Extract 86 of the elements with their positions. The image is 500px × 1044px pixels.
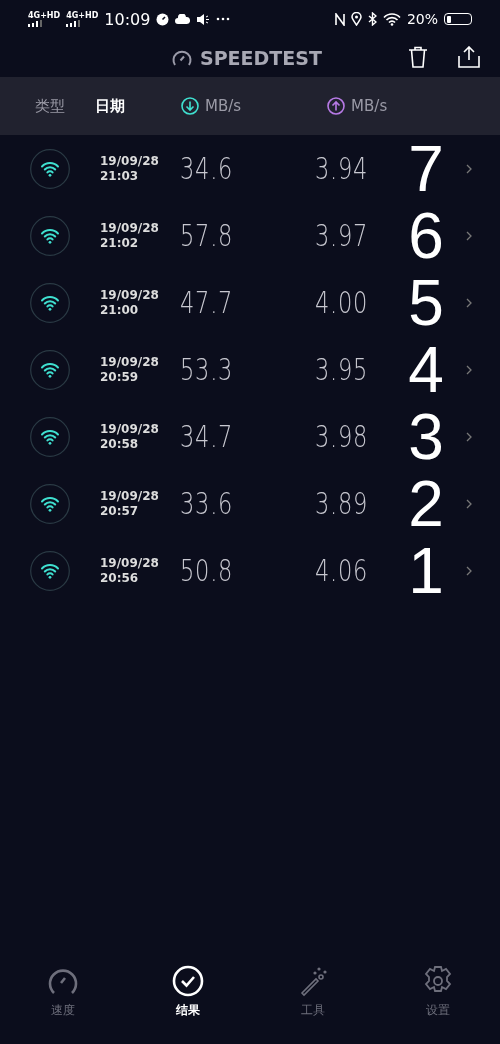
signal-icon <box>28 20 42 27</box>
test-date: 19/09/28 <box>100 488 160 504</box>
column-header[interactable]: MB/s <box>327 97 388 115</box>
gauge-icon <box>156 12 170 26</box>
column-header[interactable]: 日期 <box>95 96 125 116</box>
chevron-icon <box>466 230 472 241</box>
network-label: 4G+HD <box>66 11 99 20</box>
chevron-icon <box>466 163 472 174</box>
test-time: 21:03 <box>100 168 140 184</box>
test-date: 19/09/28 <box>100 555 160 571</box>
download-speed: 34.6 <box>180 151 235 186</box>
wifi-icon <box>30 349 70 390</box>
annotation-number: 6 <box>407 203 445 268</box>
test-date: 19/09/28 <box>100 287 160 303</box>
wifi-icon <box>30 282 70 323</box>
upload-speed: 4.00 <box>315 285 370 320</box>
result-row[interactable]: 19/09/28 20:57 33.6 3.89 2 <box>0 470 500 537</box>
upload-speed: 3.94 <box>315 151 370 186</box>
result-row[interactable]: 19/09/28 20:56 50.8 4.06 1 <box>0 537 500 604</box>
download-speed: 34.7 <box>180 419 235 454</box>
chevron-icon <box>466 431 472 442</box>
bluetooth-icon <box>367 12 377 26</box>
location-icon <box>350 12 362 26</box>
upload-speed: 3.98 <box>315 419 370 454</box>
test-date: 19/09/28 <box>100 354 160 370</box>
result-row[interactable]: 19/09/28 20:58 34.7 3.98 3 <box>0 403 500 470</box>
speaker-icon <box>196 12 211 26</box>
cloud-icon <box>175 14 191 24</box>
clock: 10:09 <box>104 9 151 29</box>
annotation-number: 1 <box>407 538 445 603</box>
battery-percentage: 20% <box>406 11 438 27</box>
wifi-icon <box>30 148 70 189</box>
wifi-icon <box>30 483 70 524</box>
upload-speed: 3.89 <box>315 486 370 521</box>
test-date: 19/09/28 <box>100 153 160 169</box>
annotation-number: 4 <box>407 337 445 402</box>
nav-tab[interactable]: 工具 <box>282 964 343 1038</box>
download-speed: 53.3 <box>180 352 235 387</box>
download-speed: 50.8 <box>180 553 235 588</box>
nav-tab[interactable]: 结果 <box>157 964 218 1038</box>
nav-tab[interactable]: 速度 <box>32 964 93 1038</box>
battery-icon <box>444 13 472 25</box>
annotation-number: 2 <box>407 471 445 536</box>
annotation-number: 7 <box>407 136 445 201</box>
wifi-icon <box>30 550 70 591</box>
test-time: 20:58 <box>100 436 140 452</box>
download-icon <box>181 97 199 115</box>
download-speed: 33.6 <box>180 486 235 521</box>
chevron-icon <box>466 364 472 375</box>
upload-speed: 3.95 <box>315 352 370 387</box>
upload-speed: 3.97 <box>315 218 370 253</box>
test-date: 19/09/28 <box>100 220 160 236</box>
nfc-icon <box>334 12 345 26</box>
download-speed: 47.7 <box>180 285 235 320</box>
test-date: 19/09/28 <box>100 421 160 437</box>
result-row[interactable]: 19/09/28 21:03 34.6 3.94 7 <box>0 135 500 202</box>
upload-speed: 4.06 <box>315 553 370 588</box>
app-title: SPEEDTEST <box>200 46 322 69</box>
wifi-icon <box>382 12 401 26</box>
test-time: 20:59 <box>100 369 140 385</box>
annotation-number: 5 <box>407 270 445 335</box>
more-icon <box>216 17 231 21</box>
delete-button[interactable] <box>408 46 428 68</box>
download-speed: 57.8 <box>180 218 235 253</box>
checkmark-icon <box>170 964 205 998</box>
chevron-icon <box>466 498 472 509</box>
result-row[interactable]: 19/09/28 20:59 53.3 3.95 4 <box>0 336 500 403</box>
wifi-icon <box>30 416 70 457</box>
wifi-icon <box>30 215 70 256</box>
upload-icon <box>327 97 346 115</box>
column-header[interactable]: 类型 <box>35 96 65 116</box>
chevron-icon <box>466 565 472 576</box>
chevron-icon <box>466 297 472 308</box>
column-header[interactable]: MB/s <box>181 97 242 115</box>
result-row[interactable]: 19/09/28 21:02 57.8 3.97 6 <box>0 202 500 269</box>
result-row[interactable]: 19/09/28 21:00 47.7 4.00 5 <box>0 269 500 336</box>
nav-tab[interactable]: 设置 <box>407 964 468 1038</box>
test-time: 21:02 <box>100 235 140 251</box>
gauge-icon <box>172 48 192 67</box>
share-button[interactable] <box>458 46 480 68</box>
test-time: 20:56 <box>100 570 140 586</box>
test-time: 21:00 <box>100 302 140 318</box>
network-label: 4G+HD <box>28 11 61 20</box>
signal-icon <box>66 20 81 27</box>
annotation-number: 3 <box>407 404 445 469</box>
test-time: 20:57 <box>100 503 140 519</box>
